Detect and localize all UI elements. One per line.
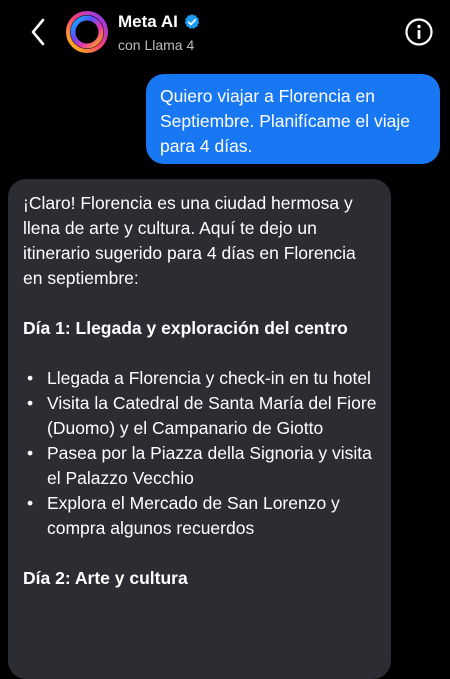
- day1-list: Llegada a Florencia y check-in en tu hot…: [23, 366, 379, 541]
- day2-heading: Día 2: Arte y cultura: [23, 568, 188, 588]
- user-message-bubble[interactable]: Quiero viajar a Florencia en Septiembre.…: [146, 74, 440, 164]
- chat-header: Meta AI con Llama 4: [0, 0, 450, 66]
- info-button[interactable]: [404, 17, 434, 47]
- list-item: Pasea por la Piazza della Signoria y vis…: [23, 441, 379, 491]
- verified-badge-icon: [184, 14, 200, 29]
- info-icon: [405, 18, 433, 46]
- chat-title: Meta AI: [118, 12, 178, 31]
- meta-ai-avatar[interactable]: [64, 9, 110, 55]
- chat-subtitle: con Llama 4: [118, 37, 195, 53]
- list-item: Explora el Mercado de San Lorenzo y comp…: [23, 491, 379, 541]
- ai-intro-text: ¡Claro! Florencia es una ciudad hermosa …: [23, 193, 356, 288]
- ai-message-bubble[interactable]: ¡Claro! Florencia es una ciudad hermosa …: [8, 179, 391, 679]
- title-row: Meta AI: [118, 12, 201, 32]
- list-item: Visita la Catedral de Santa María del Fi…: [23, 391, 379, 441]
- list-item: Llegada a Florencia y check-in en tu hot…: [23, 366, 379, 391]
- back-button[interactable]: [24, 14, 52, 50]
- user-message-text: Quiero viajar a Florencia en Septiembre.…: [160, 86, 410, 156]
- meta-ai-ring-icon: [66, 11, 108, 53]
- chevron-left-icon: [31, 18, 45, 46]
- day1-heading: Día 1: Llegada y exploración del centro: [23, 318, 348, 338]
